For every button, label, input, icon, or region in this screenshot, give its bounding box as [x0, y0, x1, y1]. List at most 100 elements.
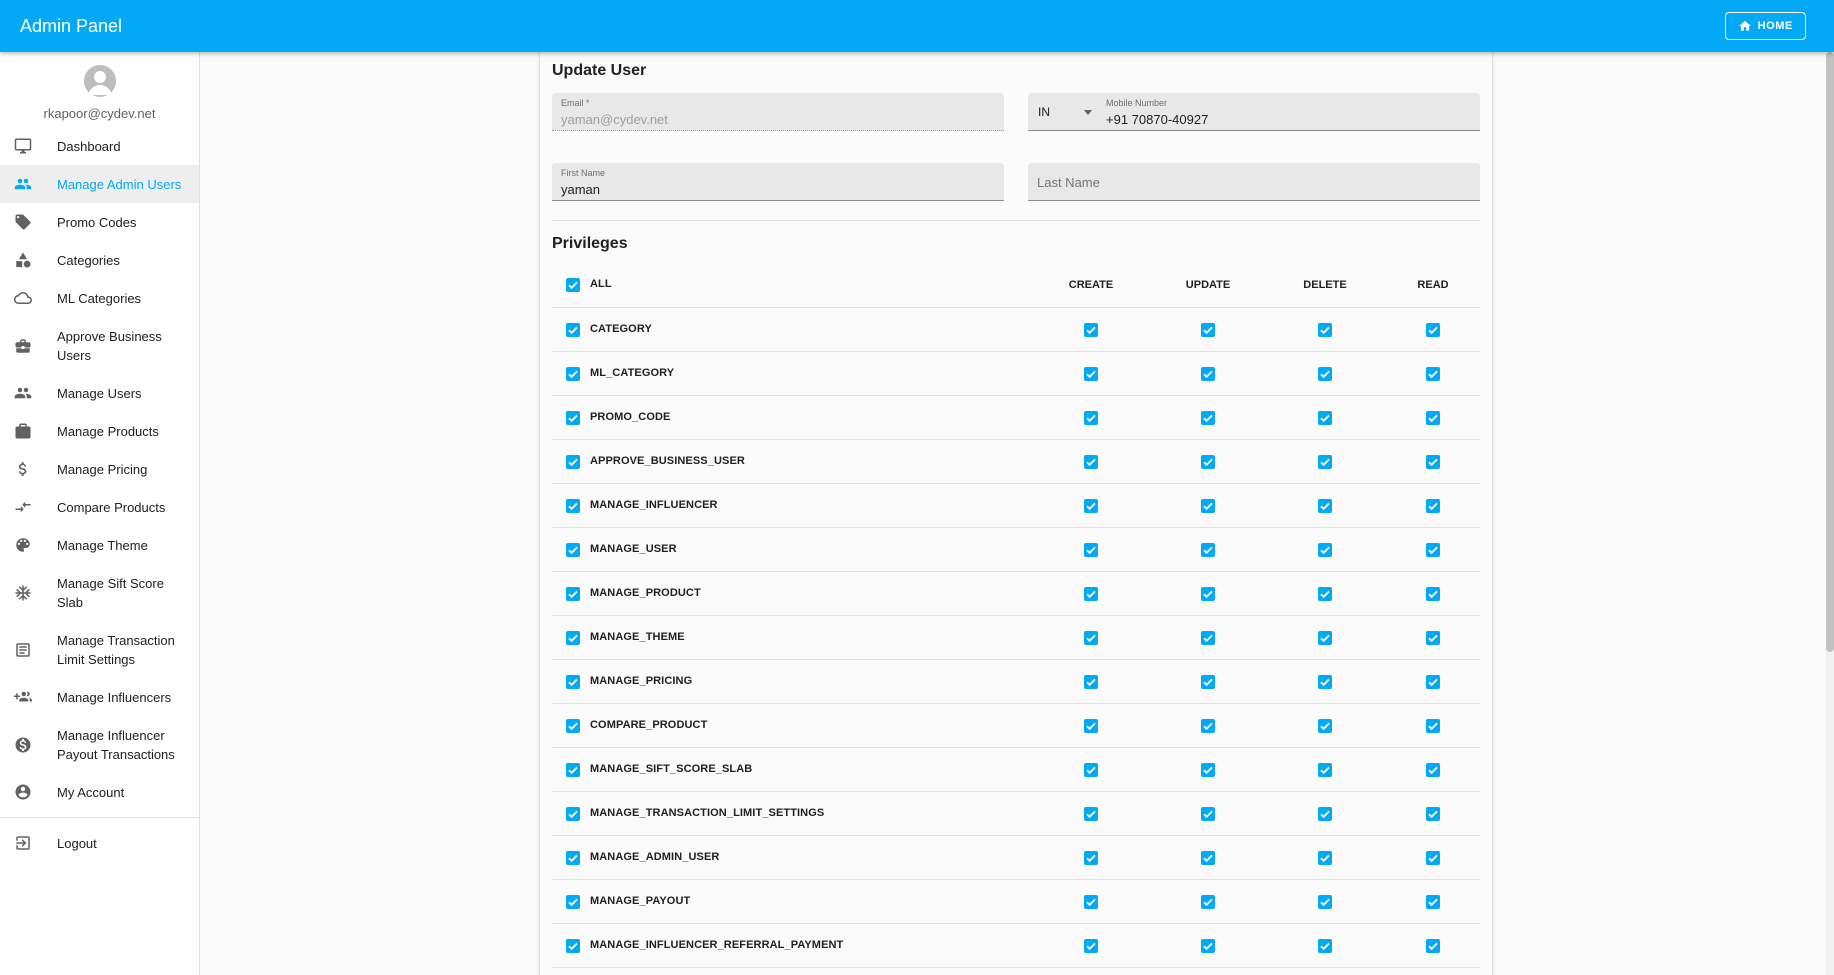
- row-checkbox[interactable]: [566, 763, 580, 777]
- sidebar-item-my-account[interactable]: My Account: [0, 773, 199, 811]
- row-checkbox[interactable]: [566, 939, 580, 953]
- row-checkbox[interactable]: [566, 807, 580, 821]
- email-field[interactable]: Email * yaman@cydev.net: [552, 93, 1004, 131]
- read-checkbox[interactable]: [1426, 323, 1440, 337]
- sidebar-item-promo-codes[interactable]: Promo Codes: [0, 203, 199, 241]
- create-checkbox[interactable]: [1084, 807, 1098, 821]
- row-checkbox[interactable]: [566, 543, 580, 557]
- update-checkbox[interactable]: [1201, 675, 1215, 689]
- delete-checkbox[interactable]: [1318, 939, 1332, 953]
- create-checkbox[interactable]: [1084, 499, 1098, 513]
- row-checkbox[interactable]: [566, 323, 580, 337]
- create-checkbox[interactable]: [1084, 675, 1098, 689]
- read-checkbox[interactable]: [1426, 631, 1440, 645]
- all-checkbox[interactable]: [566, 278, 580, 292]
- update-checkbox[interactable]: [1201, 367, 1215, 381]
- row-checkbox[interactable]: [566, 631, 580, 645]
- update-checkbox[interactable]: [1201, 631, 1215, 645]
- update-checkbox[interactable]: [1201, 719, 1215, 733]
- read-checkbox[interactable]: [1426, 587, 1440, 601]
- create-checkbox[interactable]: [1084, 719, 1098, 733]
- sidebar-item-logout[interactable]: Logout: [0, 824, 199, 862]
- read-checkbox[interactable]: [1426, 499, 1440, 513]
- row-checkbox[interactable]: [566, 895, 580, 909]
- create-checkbox[interactable]: [1084, 763, 1098, 777]
- chevron-down-icon[interactable]: [1084, 110, 1092, 115]
- sidebar-item-manage-theme[interactable]: Manage Theme: [0, 526, 199, 564]
- delete-checkbox[interactable]: [1318, 763, 1332, 777]
- create-checkbox[interactable]: [1084, 455, 1098, 469]
- read-checkbox[interactable]: [1426, 719, 1440, 733]
- row-checkbox[interactable]: [566, 367, 580, 381]
- sidebar-item-compare-products[interactable]: Compare Products: [0, 488, 199, 526]
- delete-checkbox[interactable]: [1318, 631, 1332, 645]
- sidebar-item-ml-categories[interactable]: ML Categories: [0, 279, 199, 317]
- update-checkbox[interactable]: [1201, 939, 1215, 953]
- delete-checkbox[interactable]: [1318, 455, 1332, 469]
- update-checkbox[interactable]: [1201, 807, 1215, 821]
- read-checkbox[interactable]: [1426, 543, 1440, 557]
- create-checkbox[interactable]: [1084, 367, 1098, 381]
- create-checkbox[interactable]: [1084, 895, 1098, 909]
- update-checkbox[interactable]: [1201, 455, 1215, 469]
- delete-checkbox[interactable]: [1318, 675, 1332, 689]
- scrollbar-thumb[interactable]: [1826, 52, 1834, 652]
- sidebar-item-manage-products[interactable]: Manage Products: [0, 412, 199, 450]
- row-checkbox[interactable]: [566, 499, 580, 513]
- delete-checkbox[interactable]: [1318, 719, 1332, 733]
- row-checkbox[interactable]: [566, 851, 580, 865]
- delete-checkbox[interactable]: [1318, 367, 1332, 381]
- row-checkbox[interactable]: [566, 675, 580, 689]
- create-checkbox[interactable]: [1084, 851, 1098, 865]
- sidebar-item-manage-influencers[interactable]: Manage Influencers: [0, 678, 199, 716]
- mobile-field[interactable]: IN Mobile Number +91 70870-40927: [1028, 93, 1480, 131]
- read-checkbox[interactable]: [1426, 367, 1440, 381]
- update-checkbox[interactable]: [1201, 851, 1215, 865]
- create-checkbox[interactable]: [1084, 631, 1098, 645]
- read-checkbox[interactable]: [1426, 895, 1440, 909]
- sidebar-item-manage-sift-score-slab[interactable]: Manage Sift Score Slab: [0, 564, 199, 621]
- read-checkbox[interactable]: [1426, 675, 1440, 689]
- create-checkbox[interactable]: [1084, 411, 1098, 425]
- delete-checkbox[interactable]: [1318, 587, 1332, 601]
- update-checkbox[interactable]: [1201, 411, 1215, 425]
- delete-checkbox[interactable]: [1318, 411, 1332, 425]
- home-button[interactable]: HOME: [1724, 12, 1806, 40]
- read-checkbox[interactable]: [1426, 411, 1440, 425]
- sidebar-item-categories[interactable]: Categories: [0, 241, 199, 279]
- sidebar-item-manage-admin-users[interactable]: Manage Admin Users: [0, 165, 199, 203]
- read-checkbox[interactable]: [1426, 939, 1440, 953]
- read-checkbox[interactable]: [1426, 807, 1440, 821]
- update-checkbox[interactable]: [1201, 323, 1215, 337]
- delete-checkbox[interactable]: [1318, 499, 1332, 513]
- sidebar-item-approve-business-users[interactable]: Approve Business Users: [0, 317, 199, 374]
- delete-checkbox[interactable]: [1318, 807, 1332, 821]
- first-name-field[interactable]: First Name yaman: [552, 163, 1004, 201]
- create-checkbox[interactable]: [1084, 543, 1098, 557]
- last-name-field[interactable]: Last Name: [1028, 163, 1480, 201]
- country-select[interactable]: IN: [1038, 105, 1050, 119]
- create-checkbox[interactable]: [1084, 587, 1098, 601]
- row-checkbox[interactable]: [566, 455, 580, 469]
- read-checkbox[interactable]: [1426, 851, 1440, 865]
- sidebar-item-manage-pricing[interactable]: Manage Pricing: [0, 450, 199, 488]
- read-checkbox[interactable]: [1426, 455, 1440, 469]
- create-checkbox[interactable]: [1084, 323, 1098, 337]
- update-checkbox[interactable]: [1201, 763, 1215, 777]
- sidebar-item-manage-transaction-limit-settings[interactable]: Manage Transaction Limit Settings: [0, 621, 199, 678]
- sidebar-item-manage-users[interactable]: Manage Users: [0, 374, 199, 412]
- create-checkbox[interactable]: [1084, 939, 1098, 953]
- delete-checkbox[interactable]: [1318, 895, 1332, 909]
- sidebar-item-manage-influencer-payout-transactions[interactable]: Manage Influencer Payout Transactions: [0, 716, 199, 773]
- delete-checkbox[interactable]: [1318, 323, 1332, 337]
- row-checkbox[interactable]: [566, 719, 580, 733]
- sidebar-item-dashboard[interactable]: Dashboard: [0, 127, 199, 165]
- update-checkbox[interactable]: [1201, 543, 1215, 557]
- row-checkbox[interactable]: [566, 411, 580, 425]
- read-checkbox[interactable]: [1426, 763, 1440, 777]
- row-checkbox[interactable]: [566, 587, 580, 601]
- update-checkbox[interactable]: [1201, 499, 1215, 513]
- update-checkbox[interactable]: [1201, 587, 1215, 601]
- update-checkbox[interactable]: [1201, 895, 1215, 909]
- delete-checkbox[interactable]: [1318, 851, 1332, 865]
